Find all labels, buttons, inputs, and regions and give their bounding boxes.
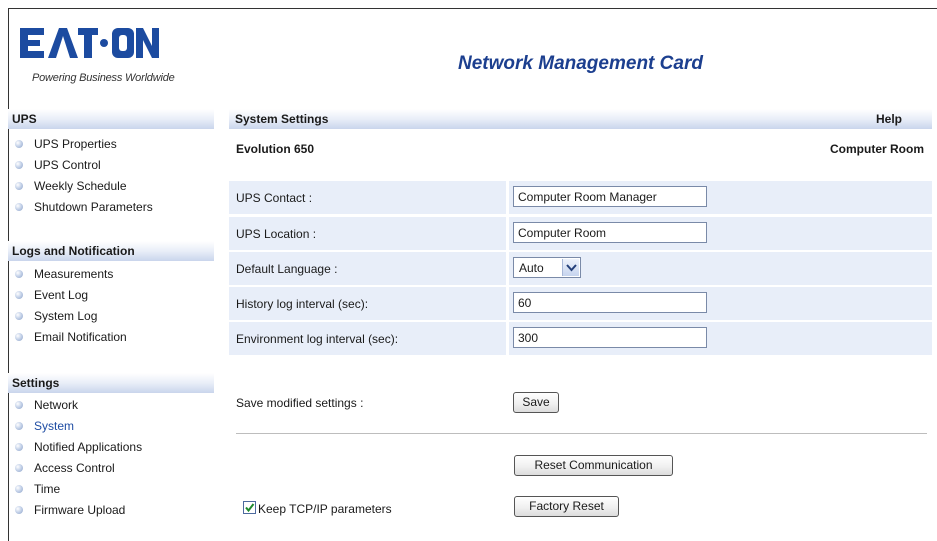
sidebar-item-label: Network <box>34 398 79 412</box>
sidebar-item-label: Firmware Upload <box>34 503 126 517</box>
bullet-icon <box>15 203 23 211</box>
history-interval-label: History log interval (sec): <box>236 297 369 311</box>
keep-tcpip-checkbox[interactable] <box>243 501 256 514</box>
form-row-ups-location: UPS Location : <box>229 217 932 250</box>
checkmark-icon <box>245 503 255 513</box>
sidebar-item-label: Weekly Schedule <box>34 179 127 193</box>
bullet-icon <box>15 422 23 430</box>
bullet-icon <box>15 291 23 299</box>
form-row-default-language: Default Language : Auto <box>229 252 932 285</box>
ups-location-label: UPS Location : <box>236 227 317 241</box>
reset-communication-button[interactable]: Reset Communication <box>514 455 673 476</box>
row-divider <box>506 252 509 285</box>
logo-tagline: Powering Business Worldwide <box>32 72 175 84</box>
sidebar-section-ups: UPS UPS Properties UPS Control Weekly Sc… <box>8 109 214 218</box>
save-button[interactable]: Save <box>513 392 559 413</box>
form-row-history-interval: History log interval (sec): <box>229 287 932 320</box>
environment-interval-input[interactable] <box>513 327 707 348</box>
row-divider <box>506 217 509 250</box>
sidebar-item-email-notification[interactable]: Email Notification <box>8 327 214 348</box>
environment-interval-label: Environment log interval (sec): <box>236 332 399 346</box>
sidebar-header-settings: Settings <box>8 373 214 393</box>
bullet-icon <box>15 464 23 472</box>
sidebar-item-label: Event Log <box>34 288 89 302</box>
ups-location-input[interactable] <box>513 222 707 243</box>
eaton-logo: Powering Business Worldwide <box>12 24 202 94</box>
bullet-icon <box>15 161 23 169</box>
sidebar-item-system-log[interactable]: System Log <box>8 306 214 327</box>
main-header: System Settings Help <box>229 109 932 129</box>
sidebar-item-time[interactable]: Time <box>8 479 214 500</box>
sidebar-item-label: System Log <box>34 309 98 323</box>
sidebar-item-firmware-upload[interactable]: Firmware Upload <box>8 500 214 521</box>
default-language-label: Default Language : <box>236 262 338 276</box>
sidebar-item-ups-control[interactable]: UPS Control <box>8 155 214 176</box>
form-row-environment-interval: Environment log interval (sec): <box>229 322 932 355</box>
sidebar-item-label: Email Notification <box>34 330 127 344</box>
sidebar-item-shutdown-parameters[interactable]: Shutdown Parameters <box>8 197 214 218</box>
divider-line <box>236 433 927 434</box>
ups-room: Computer Room <box>830 142 924 156</box>
sidebar-item-measurements[interactable]: Measurements <box>8 264 214 285</box>
sidebar-item-label: Measurements <box>34 267 114 281</box>
default-language-select[interactable]: Auto <box>513 257 581 278</box>
sidebar-item-label: Notified Applications <box>34 440 143 454</box>
row-divider <box>506 322 509 355</box>
bullet-icon <box>15 443 23 451</box>
sidebar-section-logs: Logs and Notification Measurements Event… <box>8 241 214 348</box>
sidebar-item-label: System <box>34 419 75 433</box>
row-divider <box>506 181 509 214</box>
sidebar-section-settings: Settings Network System Notified Applica… <box>8 373 214 521</box>
bullet-icon <box>15 401 23 409</box>
default-language-value: Auto <box>519 261 544 275</box>
ups-model: Evolution 650 <box>236 142 315 156</box>
bullet-icon <box>15 140 23 148</box>
sidebar-item-system[interactable]: System <box>8 416 214 437</box>
bullet-icon <box>15 312 23 320</box>
page-title: System Settings <box>235 112 329 126</box>
factory-reset-button[interactable]: Factory Reset <box>514 496 619 517</box>
save-settings-label: Save modified settings : <box>236 396 364 410</box>
history-interval-input[interactable] <box>513 292 707 313</box>
sidebar-item-access-control[interactable]: Access Control <box>8 458 214 479</box>
form-row-ups-contact: UPS Contact : <box>229 181 932 214</box>
bullet-icon <box>15 270 23 278</box>
ups-contact-input[interactable] <box>513 186 707 207</box>
bullet-icon <box>15 182 23 190</box>
ups-contact-label: UPS Contact : <box>236 191 313 205</box>
bullet-icon <box>15 333 23 341</box>
bullet-icon <box>15 485 23 493</box>
keep-tcpip-label: Keep TCP/IP parameters <box>258 502 392 516</box>
sidebar-item-label: Access Control <box>34 461 115 475</box>
row-divider <box>506 287 509 320</box>
app-title: Network Management Card <box>458 53 703 74</box>
sidebar-item-weekly-schedule[interactable]: Weekly Schedule <box>8 176 214 197</box>
sidebar-item-label: UPS Properties <box>34 137 117 151</box>
sidebar-item-network[interactable]: Network <box>8 395 214 416</box>
sidebar-item-label: Time <box>34 482 61 496</box>
sidebar-header-logs: Logs and Notification <box>8 241 214 261</box>
chevron-down-icon[interactable] <box>562 259 579 276</box>
sidebar-item-ups-properties[interactable]: UPS Properties <box>8 134 214 155</box>
sidebar-item-event-log[interactable]: Event Log <box>8 285 214 306</box>
sidebar-item-notified-applications[interactable]: Notified Applications <box>8 437 214 458</box>
bullet-icon <box>15 506 23 514</box>
sidebar-item-label: UPS Control <box>34 158 101 172</box>
help-link[interactable]: Help <box>876 112 902 126</box>
sidebar-header-ups: UPS <box>8 109 214 129</box>
sidebar-item-label: Shutdown Parameters <box>34 200 153 214</box>
